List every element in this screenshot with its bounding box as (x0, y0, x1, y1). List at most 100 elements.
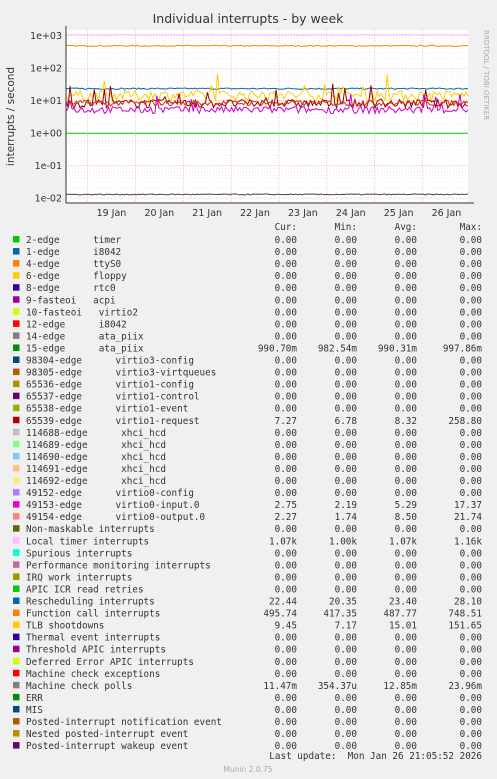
legend-max-value: 0.00 (460, 693, 482, 704)
legend-cur-value: 0.00 (275, 368, 297, 379)
legend-max-value: 748.51 (448, 609, 482, 620)
legend-cur-value: 0.00 (275, 440, 297, 451)
legend-min-value: 0.00 (335, 669, 357, 680)
legend-cur-value: 0.00 (275, 669, 297, 680)
plot-area (66, 30, 468, 203)
legend-series-name: Posted-interrupt notification event (26, 717, 222, 728)
legend-series-name: 114691-edge xhci_hcd (26, 464, 166, 475)
legend-series-name: TLB shootdowns (26, 621, 104, 632)
legend-swatch (13, 597, 20, 604)
legend-max-value: 0.00 (460, 247, 482, 258)
legend-series-name: 65538-edge virtio1-event (26, 404, 188, 415)
legend-series-name: Machine check polls (26, 681, 132, 692)
legend-min-value: 0.00 (335, 428, 357, 439)
legend-cur-value: 0.00 (275, 657, 297, 668)
legend-avg-value: 12.85m (383, 681, 417, 692)
legend-min-value: 0.00 (335, 319, 357, 330)
legend-cur-value: 0.00 (275, 729, 297, 740)
legend-avg-value: 0.00 (395, 319, 417, 330)
legend-max-value: 0.00 (460, 572, 482, 583)
legend-max-value: 0.00 (460, 392, 482, 403)
legend-avg-value: 0.00 (395, 247, 417, 258)
legend-cur-value: 0.00 (275, 247, 297, 258)
legend-series-name: 4-edge ttyS0 (26, 259, 121, 270)
legend-min-value: 0.00 (335, 693, 357, 704)
legend-series-name: 65536-edge virtio1-config (26, 380, 194, 391)
legend-min-value: 0.00 (335, 476, 357, 487)
legend-series-name: Rescheduling interrupts (26, 597, 155, 608)
legend-swatch (13, 356, 20, 363)
legend-min-value: 20.35 (329, 597, 357, 608)
legend-max-value: 28.10 (454, 597, 482, 608)
x-tick-label: 22 Jan (240, 208, 270, 219)
x-tick-label: 23 Jan (288, 208, 318, 219)
y-tick-label: 1e+01 (30, 96, 62, 107)
legend-avg-value: 990.31m (378, 343, 418, 354)
legend-avg-value: 15.01 (389, 621, 417, 632)
legend-swatch (13, 236, 20, 243)
legend-cur-value: 0.00 (275, 548, 297, 559)
legend-series-name: 6-edge floppy (26, 271, 127, 282)
munin-footer: Munin 2.0.75 (223, 765, 272, 774)
legend-cur-value: 0.00 (275, 524, 297, 535)
legend-header: Cur: (275, 222, 297, 233)
legend-swatch (13, 404, 20, 412)
legend-avg-value: 0.00 (395, 235, 417, 246)
legend-max-value: 0.00 (460, 464, 482, 475)
legend-cur-value: 0.00 (275, 283, 297, 294)
legend-max-value: 23.96m (448, 681, 482, 692)
legend-max-value: 0.00 (460, 645, 482, 656)
legend-avg-value: 0.00 (395, 488, 417, 499)
legend-cur-value: 2.75 (275, 500, 297, 511)
legend-max-value: 21.74 (454, 512, 482, 523)
legend-series-name: Thermal event interrupts (26, 633, 160, 644)
legend-swatch (13, 549, 20, 556)
legend-max-value: 0.00 (460, 404, 482, 415)
legend-min-value: 0.00 (335, 560, 357, 571)
legend-max-value: 0.00 (460, 271, 482, 282)
legend-min-value: 0.00 (335, 645, 357, 656)
legend-min-value: 1.00k (329, 536, 357, 547)
legend-cur-value: 0.00 (275, 584, 297, 595)
legend-series-name: 9-fasteoi acpi (26, 295, 116, 306)
legend-swatch (13, 669, 20, 677)
legend-cur-value: 0.00 (275, 331, 297, 342)
legend-max-value: 997.86m (443, 343, 483, 354)
legend-swatch (13, 296, 20, 303)
legend-min-value: 0.00 (335, 488, 357, 499)
legend-avg-value: 0.00 (395, 295, 417, 306)
legend-cur-value: 0.00 (275, 452, 297, 463)
legend-header: Avg: (395, 222, 417, 233)
legend-series-name: Nested posted-interrupt event (26, 729, 188, 740)
legend-avg-value: 0.00 (395, 548, 417, 559)
legend-series-name: APIC ICR read retries (26, 584, 144, 595)
y-tick-label: 1e+00 (30, 129, 62, 140)
legend-swatch (13, 513, 20, 520)
legend-swatch (13, 452, 20, 460)
legend-cur-value: 0.00 (275, 476, 297, 487)
legend-min-value: 0.00 (335, 247, 357, 258)
legend-min-value: 0.00 (335, 295, 357, 306)
legend-max-value: 0.00 (460, 452, 482, 463)
legend-series-name: 1-edge i8042 (26, 247, 121, 258)
legend-series-name: MIS (26, 705, 43, 716)
legend-min-value: 0.00 (335, 356, 357, 367)
legend-series-name: 98304-edge virtio3-config (26, 356, 194, 367)
legend-swatch (13, 344, 20, 351)
legend-max-value: 0.00 (460, 488, 482, 499)
legend-swatch (13, 368, 20, 376)
legend-series-name: 65537-edge virtio1-control (26, 392, 200, 403)
x-tick-label: 19 Jan (97, 208, 127, 219)
legend-max-value: 0.00 (460, 705, 482, 716)
legend-avg-value: 0.00 (395, 307, 417, 318)
legend-avg-value: 23.40 (389, 597, 417, 608)
legend-max-value: 151.65 (448, 621, 482, 632)
legend-series-name: 114692-edge xhci_hcd (26, 476, 166, 487)
legend-swatch (13, 440, 20, 448)
legend-avg-value: 0.00 (395, 464, 417, 475)
legend-min-value: 0.00 (335, 380, 357, 391)
legend-swatch (13, 248, 20, 255)
legend-max-value: 0.00 (460, 657, 482, 668)
legend-series-name: 12-edge i8042 (26, 319, 127, 330)
legend-max-value: 0.00 (460, 356, 482, 367)
